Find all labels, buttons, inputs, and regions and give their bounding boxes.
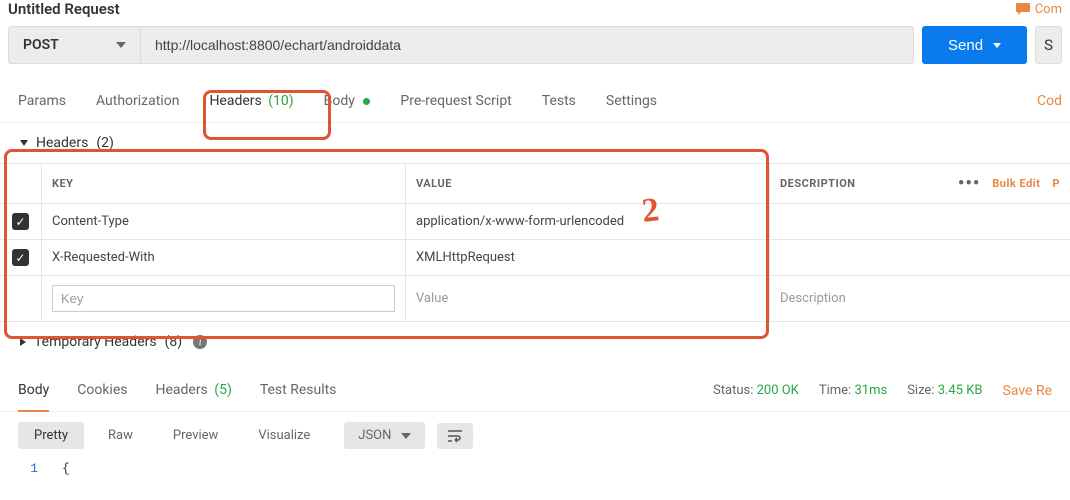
tab-headers-label: Headers xyxy=(209,93,261,109)
time-value: 31ms xyxy=(854,383,887,398)
more-icon[interactable]: ••• xyxy=(958,173,980,194)
chevron-down-icon xyxy=(993,43,1001,48)
status-block: Status: 200 OK xyxy=(713,383,799,398)
th-checkbox xyxy=(0,164,42,204)
content-type-value: JSON xyxy=(358,428,391,443)
response-tab-results[interactable]: Test Results xyxy=(260,370,337,411)
comment-icon xyxy=(1015,2,1031,16)
tab-params[interactable]: Params xyxy=(18,80,66,122)
info-icon[interactable]: i xyxy=(193,335,207,349)
row-checkbox-cell xyxy=(0,276,42,322)
code-link[interactable]: Cod xyxy=(1037,80,1062,122)
headers-section-label: Headers xyxy=(36,135,88,151)
tab-body-label: Body xyxy=(324,93,355,109)
body-indicator-dot xyxy=(363,98,370,105)
presets-link[interactable]: P xyxy=(1052,177,1060,190)
chevron-down-icon xyxy=(401,433,411,439)
time-block: Time: 31ms xyxy=(819,383,887,398)
send-button-label: Send xyxy=(948,37,983,54)
tab-settings[interactable]: Settings xyxy=(606,80,657,122)
http-method-value: POST xyxy=(23,37,59,53)
response-tab-body[interactable]: Body xyxy=(18,370,49,412)
response-tab-headers[interactable]: Headers (5) xyxy=(155,370,231,411)
new-value-cell[interactable]: Value xyxy=(406,276,770,322)
header-value-cell[interactable]: XMLHttpRequest xyxy=(406,240,770,276)
wrap-icon xyxy=(447,429,463,443)
tab-authorization[interactable]: Authorization xyxy=(96,80,179,122)
content-type-select[interactable]: JSON xyxy=(344,422,425,449)
response-tab-headers-label: Headers xyxy=(155,382,207,398)
save-button[interactable]: S xyxy=(1035,26,1062,64)
header-value-cell[interactable]: application/x-www-form-urlencoded xyxy=(406,204,770,240)
chevron-right-icon xyxy=(20,338,26,346)
row-checkbox[interactable]: ✓ xyxy=(12,249,29,266)
headers-section-count: (2) xyxy=(96,135,114,151)
header-key-cell[interactable]: X-Requested-With xyxy=(42,240,406,276)
row-checkbox-cell: ✓ xyxy=(0,240,42,276)
save-response-link[interactable]: Save Re xyxy=(1003,383,1052,399)
code-text: { xyxy=(62,461,70,476)
request-title: Untitled Request xyxy=(8,0,120,18)
tab-body[interactable]: Body xyxy=(324,80,371,122)
temp-headers-toggle[interactable]: Temporary Headers (8) i xyxy=(0,322,1070,362)
size-value: 3.45 KB xyxy=(938,383,983,398)
tab-tests[interactable]: Tests xyxy=(542,80,576,122)
th-description: DESCRIPTION xyxy=(780,177,856,190)
response-tab-headers-count: (5) xyxy=(214,382,232,398)
headers-section-toggle[interactable]: Headers (2) xyxy=(0,123,1070,163)
tab-headers-count: (10) xyxy=(268,93,293,109)
line-number: 1 xyxy=(18,461,38,476)
chevron-down-icon xyxy=(20,140,28,146)
response-tab-cookies[interactable]: Cookies xyxy=(77,370,127,411)
bulk-edit-link[interactable]: Bulk Edit xyxy=(992,177,1040,190)
comments-link[interactable]: Com xyxy=(1015,2,1062,17)
th-description-actions: DESCRIPTION ••• Bulk Edit P xyxy=(770,164,1070,204)
header-key-cell[interactable]: Content-Type xyxy=(42,204,406,240)
new-key-input[interactable] xyxy=(52,285,395,312)
format-visualize[interactable]: Visualize xyxy=(242,422,326,449)
status-value: 200 OK xyxy=(757,383,799,398)
new-key-cell[interactable] xyxy=(42,276,406,322)
header-desc-cell[interactable] xyxy=(770,204,1070,240)
th-value: VALUE xyxy=(406,164,770,204)
new-desc-cell[interactable]: Description xyxy=(770,276,1070,322)
tab-prerequest[interactable]: Pre-request Script xyxy=(400,80,511,122)
temp-headers-count: (8) xyxy=(165,334,183,350)
temp-headers-label: Temporary Headers xyxy=(34,334,157,350)
tab-headers[interactable]: Headers (10) xyxy=(209,80,293,122)
size-block: Size: 3.45 KB xyxy=(907,383,982,398)
wrap-toggle-button[interactable] xyxy=(437,423,473,449)
response-body[interactable]: 1 { xyxy=(0,459,1070,478)
headers-table: KEY VALUE DESCRIPTION ••• Bulk Edit P ✓ … xyxy=(0,163,1070,322)
th-key: KEY xyxy=(42,164,406,204)
format-pretty[interactable]: Pretty xyxy=(18,422,84,449)
format-preview[interactable]: Preview xyxy=(157,422,234,449)
format-raw[interactable]: Raw xyxy=(92,422,149,449)
row-checkbox[interactable]: ✓ xyxy=(12,213,29,230)
chevron-down-icon xyxy=(116,42,126,48)
send-button[interactable]: Send xyxy=(922,26,1027,64)
http-method-select[interactable]: POST xyxy=(8,26,140,64)
url-input[interactable] xyxy=(140,26,914,64)
comments-label: Com xyxy=(1035,2,1062,17)
header-desc-cell[interactable] xyxy=(770,240,1070,276)
row-checkbox-cell: ✓ xyxy=(0,204,42,240)
